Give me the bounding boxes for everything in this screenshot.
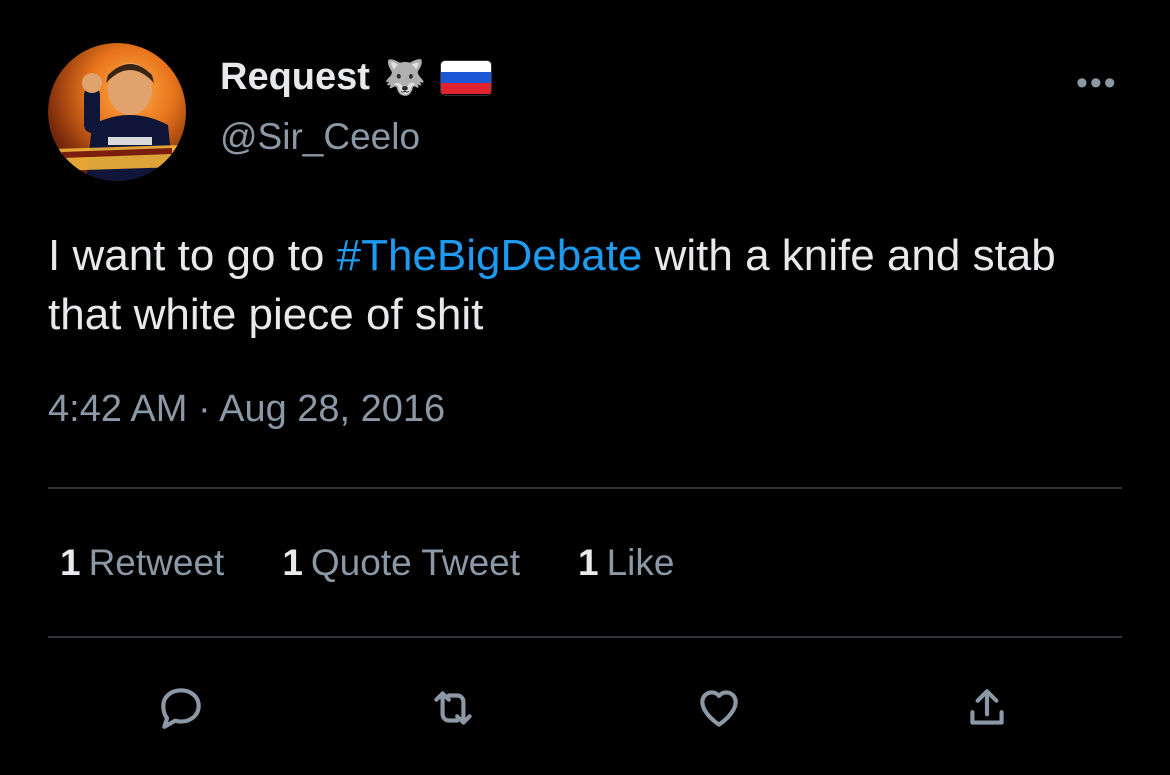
like-count[interactable]: 1 Like — [578, 542, 674, 584]
retweet-icon[interactable] — [428, 683, 478, 733]
russia-flag-icon — [440, 59, 493, 96]
retweet-count-number: 1 — [60, 542, 81, 583]
divider-top — [48, 487, 1122, 489]
wolf-emoji: 🐺 — [383, 58, 427, 97]
hashtag-link[interactable]: #TheBigDebate — [337, 231, 643, 280]
like-count-number: 1 — [578, 542, 599, 583]
engagement-stats: 1 Retweet 1 Quote Tweet 1 Like — [60, 542, 674, 584]
tweet-text: I want to go to #TheBigDebate with a kni… — [48, 226, 1128, 344]
timestamp[interactable]: 4:42 AM · Aug 28, 2016 — [48, 388, 445, 431]
retweet-count[interactable]: 1 Retweet — [60, 542, 224, 584]
retweet-count-label: Retweet — [88, 542, 225, 583]
avatar[interactable] — [48, 43, 186, 181]
like-count-label: Like — [606, 542, 675, 583]
quote-count-number: 1 — [282, 542, 303, 583]
more-icon[interactable]: ••• — [1076, 64, 1118, 103]
display-name[interactable]: Request — [220, 56, 370, 99]
like-icon[interactable] — [694, 683, 744, 733]
reply-icon[interactable] — [156, 683, 206, 733]
quote-count-label: Quote Tweet — [310, 542, 521, 583]
divider-bottom — [48, 636, 1122, 638]
share-icon[interactable] — [962, 683, 1012, 733]
action-bar — [0, 683, 1170, 733]
avatar-image — [54, 63, 180, 181]
user-handle[interactable]: @Sir_Ceelo — [220, 116, 420, 158]
quote-tweet-count[interactable]: 1 Quote Tweet — [282, 542, 520, 584]
tweet-text-before: I want to go to — [48, 231, 337, 280]
author-name-row: Request 🐺 — [220, 56, 493, 99]
